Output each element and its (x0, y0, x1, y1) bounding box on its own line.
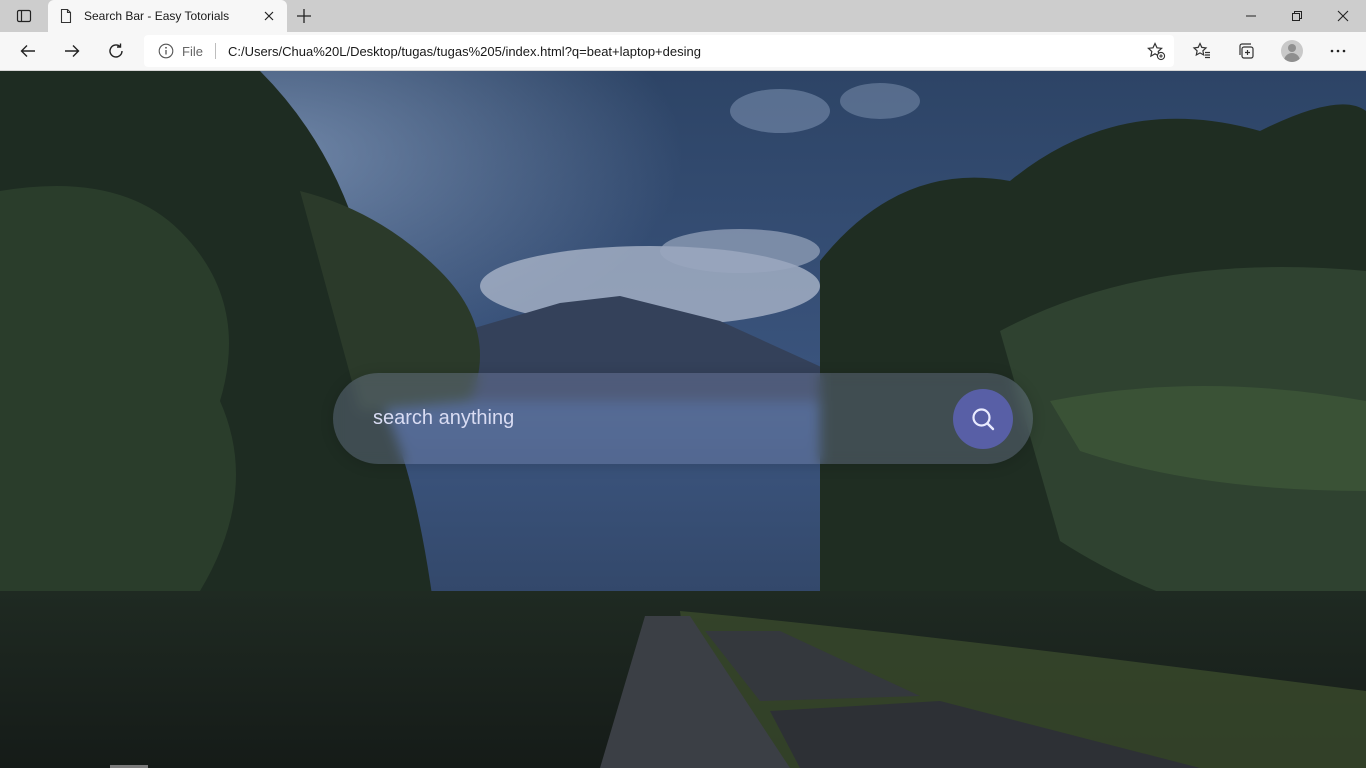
address-bar[interactable]: File C:/Users/Chua%20L/Desktop/tugas/tug… (144, 35, 1174, 67)
close-icon (1337, 10, 1349, 22)
page-viewport (0, 71, 1366, 768)
window-close-button[interactable] (1320, 0, 1366, 32)
refresh-button[interactable] (100, 35, 132, 67)
favorites-icon (1192, 42, 1210, 59)
tab-strip: Search Bar - Easy Totorials (0, 0, 1366, 32)
tab-close-button[interactable] (261, 8, 277, 24)
info-icon[interactable] (158, 43, 174, 59)
search-input[interactable] (373, 397, 933, 439)
minimize-icon (1246, 15, 1256, 17)
restore-icon (1292, 11, 1302, 21)
plus-icon (297, 9, 311, 23)
tab-active[interactable]: Search Bar - Easy Totorials (48, 0, 287, 32)
tab-actions-button[interactable] (8, 4, 40, 28)
back-button[interactable] (12, 35, 44, 67)
star-add-icon (1147, 42, 1166, 61)
arrow-left-icon (20, 45, 35, 57)
collections-button[interactable] (1230, 35, 1262, 67)
new-tab-button[interactable] (290, 2, 318, 30)
close-icon (264, 11, 274, 21)
search-icon (972, 408, 995, 431)
tab-title: Search Bar - Easy Totorials (84, 9, 230, 23)
address-url[interactable]: C:/Users/Chua%20L/Desktop/tugas/tugas%20… (228, 44, 1144, 59)
browser-toolbar: File C:/Users/Chua%20L/Desktop/tugas/tug… (0, 32, 1366, 71)
add-favorite-button[interactable] (1144, 39, 1168, 63)
avatar (1281, 40, 1303, 62)
window-restore-button[interactable] (1274, 0, 1320, 32)
more-horizontal-icon (1330, 49, 1346, 53)
search-button[interactable] (953, 389, 1013, 449)
favorites-button[interactable] (1186, 35, 1218, 67)
search-bar (333, 373, 1033, 464)
arrow-right-icon (65, 45, 80, 57)
address-scheme-label: File (182, 43, 203, 59)
window-minimize-button[interactable] (1228, 0, 1274, 32)
refresh-icon (109, 43, 123, 58)
address-divider (214, 43, 216, 59)
collections-icon (1239, 43, 1254, 59)
profile-button[interactable] (1276, 35, 1308, 67)
settings-more-button[interactable] (1322, 35, 1354, 67)
tab-actions-icon (16, 9, 32, 23)
forward-button[interactable] (56, 35, 88, 67)
page-icon (58, 8, 74, 24)
